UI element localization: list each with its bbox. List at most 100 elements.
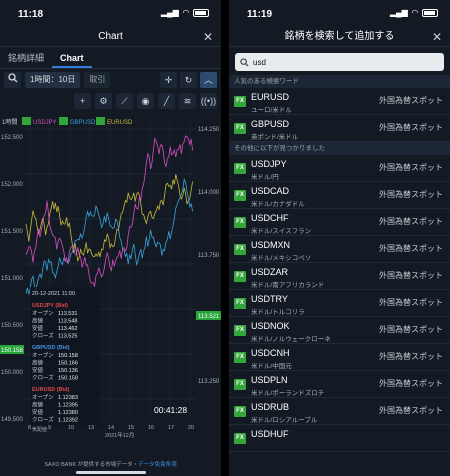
- fx-badge-icon: FX: [234, 379, 246, 390]
- tooltip-label: クローズ: [32, 374, 54, 382]
- series-usdjpy-line: [25, 135, 193, 288]
- signal-icon: ▂▄▆: [160, 8, 179, 17]
- tooltip-series-title: USDJPY (Bid): [32, 303, 68, 309]
- instrument-name: 米ドル/中国元: [251, 363, 292, 370]
- tooltip-label: 安値: [32, 366, 44, 374]
- instrument-symbol: GBPUSD: [251, 119, 290, 129]
- add-icon[interactable]: +: [74, 93, 91, 109]
- legend-gbpusd: GBPUSD: [70, 120, 96, 126]
- series-gbpusd-line: [25, 177, 193, 295]
- instrument-row[interactable]: FX EURUSD ユーロ/米ドル 外国為替スポット: [229, 88, 450, 115]
- instrument-row[interactable]: FX USDCAD 米ドル/カナダドル 外国為替スポット: [229, 182, 450, 209]
- chevron-up-icon[interactable]: ︿: [200, 72, 217, 88]
- x-tick-label: 13: [88, 425, 94, 431]
- disclaimer-text: SAXO BANK が提供する市場データ・: [44, 462, 139, 468]
- price-chart[interactable]: 1時間 USDJPY GBPUSD EURUSD 152.500 152.000 151.5…: [0, 113, 221, 458]
- close-icon[interactable]: ✕: [432, 27, 442, 47]
- tooltip-label: オープン: [32, 394, 54, 401]
- instrument-row[interactable]: FX USDMXN 米ドル/メキシコペソ 外国為替スポット: [229, 236, 450, 263]
- settings-icon[interactable]: ⚙: [95, 93, 112, 109]
- instrument-name: 米ドル/南アフリカランド: [251, 282, 325, 289]
- tooltip-label: 安値: [32, 324, 44, 332]
- status-bar: 11:18 ▂▄▆ ◠: [0, 0, 221, 27]
- popular-header: 人気のある検索ワード: [229, 75, 450, 88]
- chart-canvas[interactable]: 1時間 USDJPY GBPUSD EURUSD 152.500 152.000 151.5…: [0, 113, 221, 458]
- timeframe-button[interactable]: 1時間：10日: [25, 72, 81, 88]
- instrument-name: 米ドル/ポーランドズロチ: [251, 390, 325, 397]
- instrument-category: 外国為替スポット: [379, 298, 443, 307]
- tooltip-value: 150.158: [58, 376, 78, 382]
- instrument-row[interactable]: FX USDPLN 米ドル/ポーランドズロチ 外国為替スポット: [229, 371, 450, 398]
- instrument-row[interactable]: FX USDHUF: [229, 425, 450, 452]
- wifi-icon: ◠: [182, 8, 189, 17]
- instrument-name: 米ドル/円: [251, 174, 279, 181]
- instrument-row[interactable]: FX USDCHF 米ドル/スイスフラン 外国為替スポット: [229, 209, 450, 236]
- home-indicator[interactable]: [76, 471, 146, 474]
- eye-icon[interactable]: ◉: [137, 93, 154, 109]
- refresh-icon[interactable]: ↻: [180, 72, 197, 88]
- instrument-row[interactable]: FX USDTRY 米ドル/トルコリラ 外国為替スポット: [229, 290, 450, 317]
- right-tick-label: 113.250: [198, 379, 220, 385]
- instrument-row[interactable]: FX USDRUB 米ドル/ロシアルーブル 外国為替スポット: [229, 398, 450, 425]
- instrument-category: 外国為替スポット: [379, 190, 443, 199]
- crosshair-icon[interactable]: ✛: [160, 72, 177, 88]
- left-tick-label: 151.000: [1, 276, 23, 282]
- search-input[interactable]: [253, 57, 433, 67]
- instrument-symbol: USDMXN: [251, 240, 291, 250]
- indicator-icon[interactable]: ≋: [179, 93, 196, 109]
- signal-icon: ▂▄▆: [389, 8, 408, 17]
- instrument-name: 米ドル/カナダドル: [251, 201, 305, 208]
- status-time: 11:19: [247, 9, 273, 20]
- right-tick-label: 114.000: [198, 190, 220, 196]
- tooltip-label: オープン: [32, 352, 54, 359]
- search-icon: [240, 57, 249, 67]
- tooltip-value: 113.462: [58, 326, 77, 332]
- instrument-row[interactable]: FX USDZAR 米ドル/南アフリカランド 外国為替スポット: [229, 263, 450, 290]
- close-icon[interactable]: ✕: [203, 27, 213, 47]
- instrument-category: 外国為替スポット: [379, 352, 443, 361]
- instrument-symbol: USDJPY: [251, 159, 287, 169]
- fx-badge-icon: FX: [234, 298, 246, 309]
- left-tick-label: 152.500: [1, 135, 23, 141]
- instrument-name: 米ドル/トルコリラ: [251, 309, 305, 316]
- search-icon[interactable]: [4, 72, 21, 88]
- legend-usdjpy: USDJPY: [33, 120, 57, 126]
- trade-button[interactable]: 取引: [84, 72, 111, 88]
- left-tick-label: 152.000: [1, 182, 23, 188]
- tab-bar: 銘柄詳細 Chart: [0, 47, 221, 69]
- instrument-symbol: USDCHF: [251, 213, 289, 223]
- search-screen: 11:19 ▂▄▆◠ 銘柄を検索して追加する ✕ 人気のある検索ワード FX EU…: [229, 0, 450, 476]
- instrument-row[interactable]: FX USDCNH 米ドル/中国元 外国為替スポット: [229, 344, 450, 371]
- instrument-symbol: USDPLN: [251, 375, 288, 385]
- tooltip-series-title: EURUSD (Bid): [32, 387, 69, 393]
- instrument-name: 米ドル/スイスフラン: [251, 228, 312, 235]
- fx-badge-icon: FX: [234, 190, 246, 201]
- tooltip-label: 高値: [32, 359, 44, 367]
- instrument-row[interactable]: FX GBPUSD 英ポンド/米ドル 外国為替スポット: [229, 115, 450, 142]
- status-bar: 11:19 ▂▄▆ ◠: [229, 0, 450, 27]
- x-tick-label: 15: [128, 425, 134, 431]
- instrument-row[interactable]: FX USDJPY 米ドル/円 外国為替スポット: [229, 155, 450, 182]
- instrument-name: 英ポンド/米ドル: [251, 134, 299, 141]
- search-box[interactable]: [235, 53, 444, 71]
- instrument-row[interactable]: FX USDNOK 米ドル/ノルウェークローネ 外国為替スポット: [229, 317, 450, 344]
- instrument-category: 外国為替スポット: [379, 163, 443, 172]
- instrument-symbol: USDRUB: [251, 402, 290, 412]
- line-chart-icon[interactable]: ⟋: [116, 93, 133, 109]
- tab-instrument-details[interactable]: 銘柄詳細: [0, 47, 52, 68]
- disclaimer-link[interactable]: データ免責条項: [138, 462, 177, 468]
- fx-badge-icon: FX: [234, 96, 246, 107]
- tooltip-footer: 気配値: [32, 426, 47, 433]
- tab-chart[interactable]: Chart: [52, 47, 92, 68]
- signal-wave-icon[interactable]: ((•)): [200, 93, 217, 109]
- instrument-symbol: USDCAD: [251, 186, 290, 196]
- draw-line-icon[interactable]: ╱: [158, 93, 175, 109]
- wifi-icon: ◠: [411, 8, 418, 17]
- left-price-tag-label: 150.158: [1, 348, 23, 354]
- fx-badge-icon: FX: [234, 406, 246, 417]
- battery-icon: [422, 8, 438, 17]
- instrument-symbol: USDTRY: [251, 294, 288, 304]
- instrument-category: 外国為替スポット: [379, 379, 443, 388]
- tooltip-label: 安値: [32, 408, 44, 416]
- data-disclaimer: SAXO BANK が提供する市場データ・データ免責条項: [0, 460, 221, 468]
